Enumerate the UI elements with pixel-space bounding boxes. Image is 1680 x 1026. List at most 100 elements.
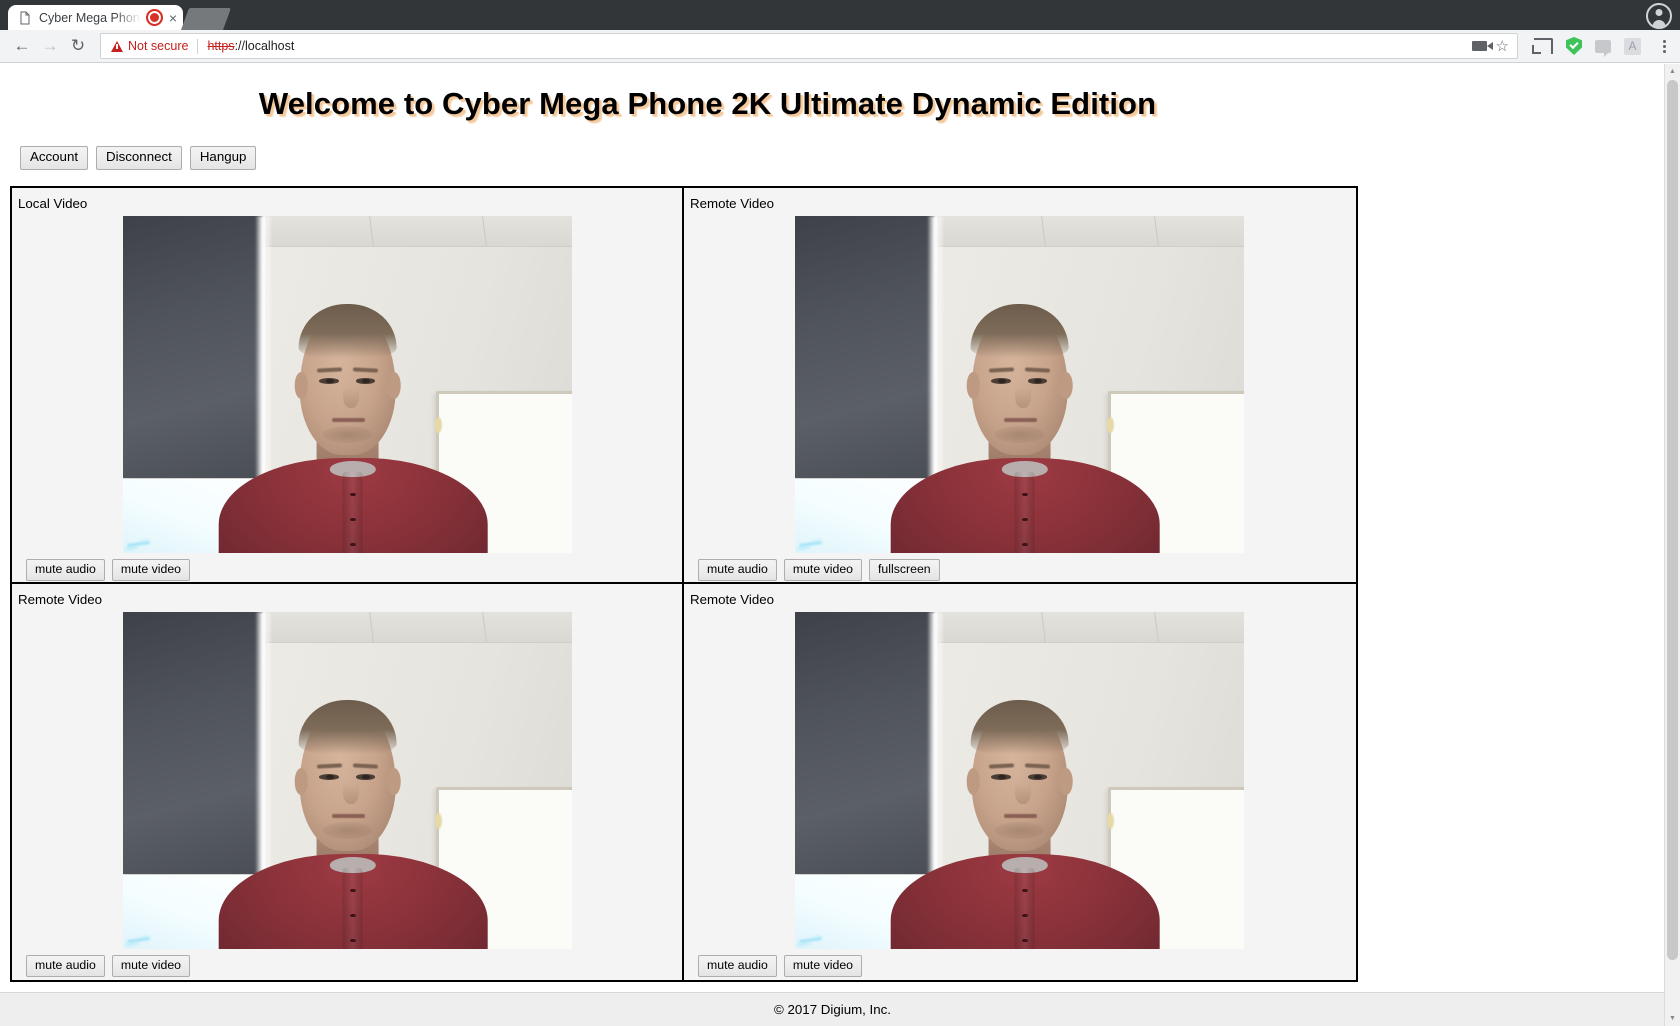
account-button[interactable]: Account [20,146,89,170]
video-stream-remote-3[interactable] [795,611,1244,949]
video-controls: mute audio mute video [698,954,1346,978]
mute-video-button[interactable]: mute video [111,954,190,978]
hair [970,303,1069,358]
browser-window: Cyber Mega Phone 2K Ultimate Dynamic Edi… [0,0,1680,1026]
close-icon[interactable]: × [169,11,177,25]
page-icon [18,11,32,25]
security-status-label: Not secure [128,39,189,53]
url-host: ://localhost [234,39,295,53]
chin-shadow [322,426,373,444]
three-dot-menu-icon[interactable] [1654,39,1672,53]
placket [1014,472,1035,553]
new-tab-button[interactable] [180,8,232,30]
video-panel-remote-3: Remote Video mute audio mute video [684,583,1356,980]
profile-avatar-icon[interactable] [1646,3,1672,29]
video-panel-label: Remote Video [690,591,775,607]
page-title: Welcome to Cyber Mega Phone 2K Ultimate … [258,86,1157,121]
ear [966,767,980,795]
video-stream-local[interactable] [123,215,572,553]
person [123,216,572,553]
hair [298,303,397,358]
mouth [1004,418,1037,422]
mute-audio-button[interactable]: mute audio [698,558,777,582]
hangup-button[interactable]: Hangup [189,146,257,170]
video-panel-label: Remote Video [18,591,103,607]
ear [1059,767,1073,795]
shirt [890,854,1160,949]
cast-icon[interactable] [1532,38,1553,54]
mute-audio-button[interactable]: mute audio [26,558,105,582]
browser-toolbar: ← → ↻ Not secure https://localhost ☆ A [0,30,1680,63]
chin-shadow [994,426,1045,444]
browser-tab[interactable]: Cyber Mega Phone 2K Ultimate Dynamic Edi… [8,5,183,30]
ear [294,767,308,795]
mute-audio-button[interactable]: mute audio [698,954,777,978]
reload-button[interactable]: ↻ [64,32,92,60]
nose [343,783,359,805]
omnibox-actions: ☆ [1471,39,1511,54]
disconnect-button[interactable]: Disconnect [96,146,182,170]
warning-triangle-icon [111,40,123,52]
hair [298,699,397,754]
hair [970,699,1069,754]
video-panel-remote-2: Remote Video mute audio mute video [12,583,684,980]
video-panel-remote-1: Remote Video mute audio mute video fulls… [684,187,1356,584]
page-content: Welcome to Cyber Mega Phone 2K Ultimate … [0,64,1665,1026]
video-controls: mute audio mute video [26,558,672,582]
person [795,612,1244,949]
scrollbar-thumb[interactable] [1667,80,1678,960]
mute-audio-button[interactable]: mute audio [26,954,105,978]
vertical-scrollbar[interactable]: ▲ ▼ [1664,64,1680,1026]
back-button[interactable]: ← [8,32,36,60]
person [123,612,572,949]
address-bar[interactable]: Not secure https://localhost ☆ [100,33,1518,59]
webcam-scene [795,215,1244,553]
ear [387,767,401,795]
mouth [332,814,365,818]
nose [1015,783,1031,805]
webcam-scene [123,215,572,553]
mute-video-button[interactable]: mute video [783,954,862,978]
tab-title: Cyber Mega Phone 2K Ultimate Dynamic Edi… [39,10,144,25]
nose [1015,387,1031,409]
omnibox-divider [197,38,199,54]
shirt [218,854,488,949]
ear [1059,371,1073,399]
shirt [890,458,1160,553]
video-stream-remote-1[interactable] [795,215,1244,553]
mute-video-button[interactable]: mute video [783,558,862,582]
video-panel-local: Local Video mute audio mute video [12,187,684,584]
video-grid: Local Video mute audio mute video Remote… [10,185,1358,982]
adblock-shield-icon[interactable] [1566,37,1582,55]
mouth [332,418,365,422]
recording-indicator-icon [145,9,163,26]
url-scheme: https [207,39,235,53]
ear [966,371,980,399]
nose [343,387,359,409]
forward-button[interactable]: → [36,32,64,60]
extension-icons: A [1524,37,1672,57]
person [795,216,1244,553]
placket [342,868,363,949]
star-icon[interactable]: ☆ [1496,39,1509,54]
webcam-scene [123,611,572,949]
scroll-up-button[interactable]: ▲ [1665,64,1680,79]
call-toolbar: Account Disconnect Hangup [20,146,1665,170]
scroll-down-button[interactable]: ▼ [1665,1011,1680,1026]
mute-video-button[interactable]: mute video [111,558,190,582]
tab-strip: Cyber Mega Phone 2K Ultimate Dynamic Edi… [0,0,1680,30]
video-stream-remote-2[interactable] [123,611,572,949]
security-status[interactable]: Not secure [111,39,188,53]
chin-shadow [994,822,1045,840]
video-panel-label: Remote Video [690,195,775,211]
video-controls: mute audio mute video [26,954,672,978]
camera-permission-icon[interactable] [1471,41,1493,51]
placket [342,472,363,553]
chin-shadow [322,822,373,840]
a-extension-icon[interactable]: A [1624,37,1641,55]
shirt [218,458,488,553]
page-footer: © 2017 Digium, Inc. [0,992,1665,1026]
chat-bubble-icon[interactable] [1595,39,1611,57]
video-panel-label: Local Video [18,195,88,211]
fullscreen-button[interactable]: fullscreen [869,558,940,582]
